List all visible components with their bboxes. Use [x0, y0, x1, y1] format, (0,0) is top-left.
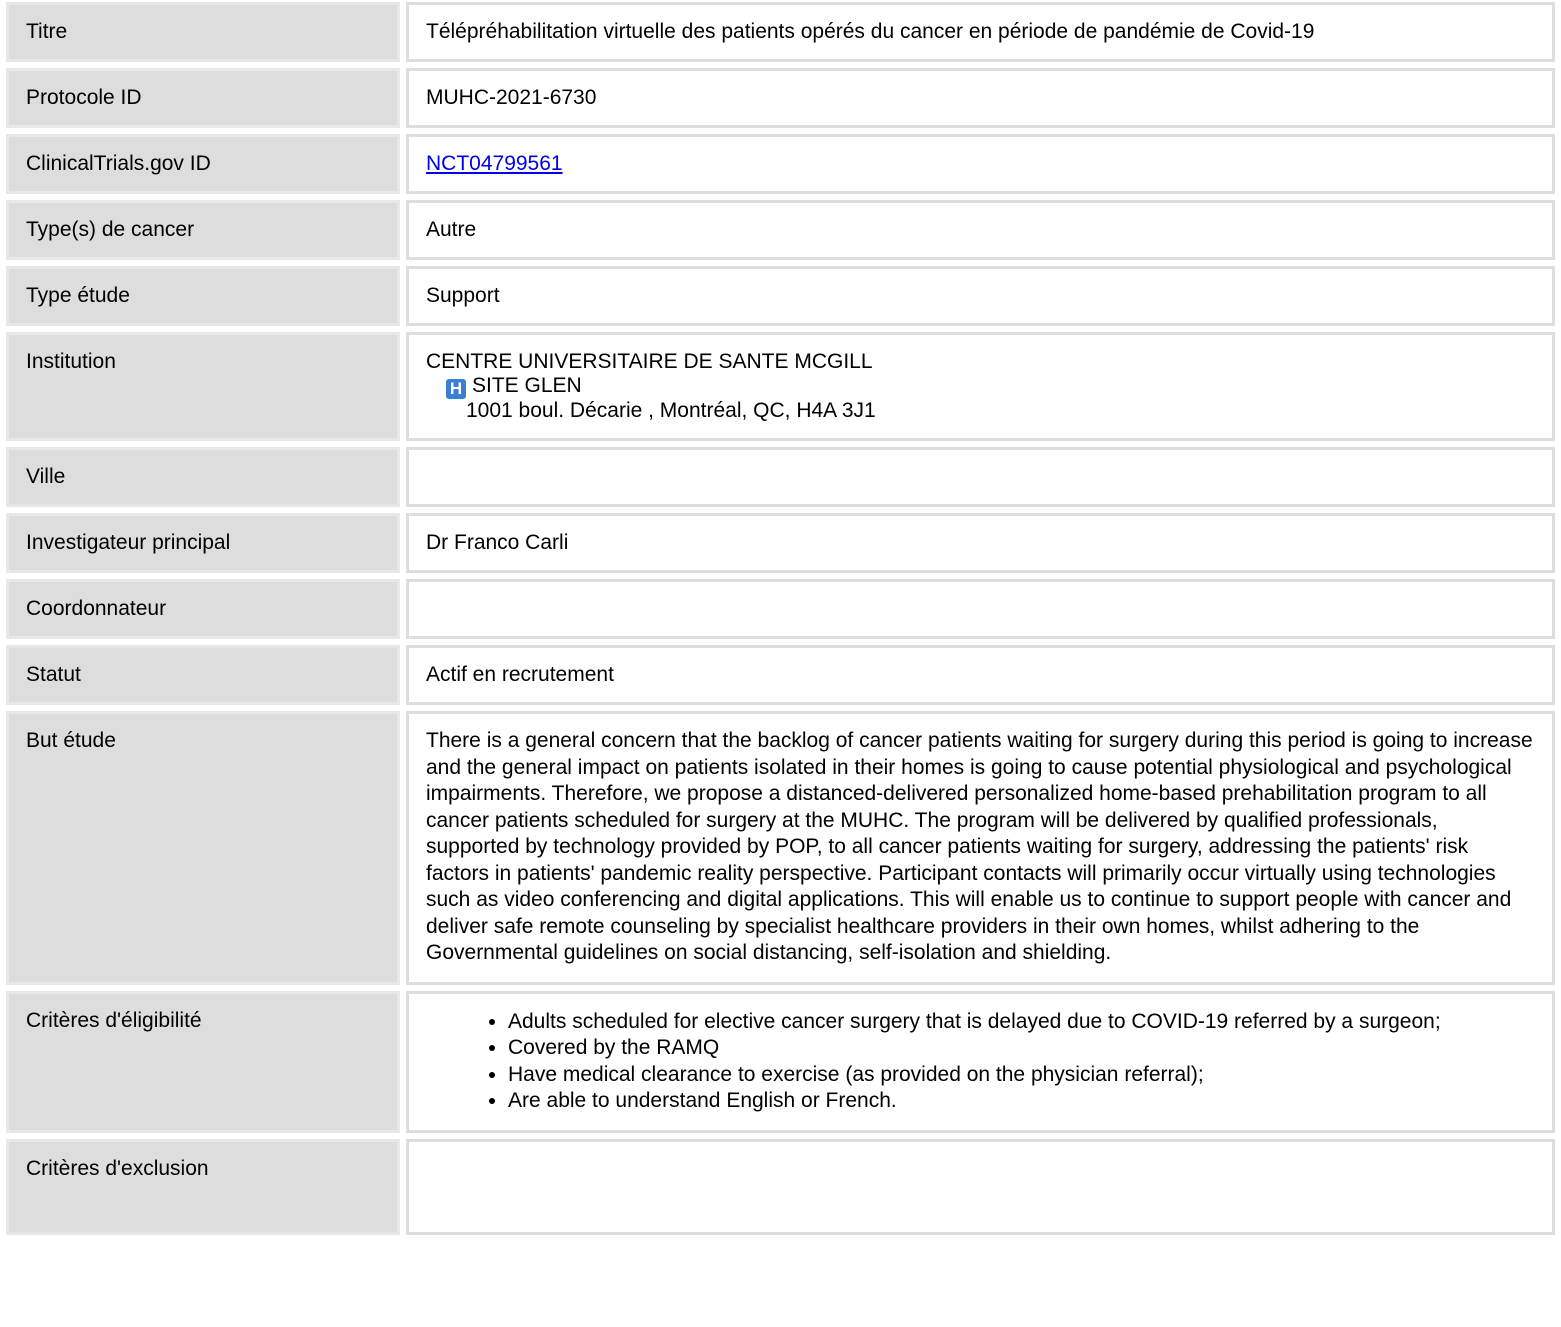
list-item: Covered by the RAMQ [508, 1035, 1535, 1062]
institution-address: 1001 boul. Décarie , Montréal, QC, H4A 3… [466, 399, 876, 422]
row-ville: Ville [6, 447, 1555, 507]
value-coordonnateur [406, 579, 1555, 639]
value-exclusion [406, 1138, 1555, 1235]
label-clinicaltrials: ClinicalTrials.gov ID [6, 134, 400, 194]
label-ville: Ville [6, 447, 400, 507]
row-coordonnateur: Coordonnateur [6, 579, 1555, 639]
label-cancer-type: Type(s) de cancer [6, 200, 400, 260]
list-item: Have medical clearance to exercise (as p… [508, 1062, 1535, 1089]
row-protocole: Protocole ID MUHC-2021-6730 [6, 68, 1555, 128]
row-institution: Institution CENTRE UNIVERSITAIRE DE SANT… [6, 332, 1555, 441]
row-cancer-type: Type(s) de cancer Autre [6, 200, 1555, 260]
value-ville [406, 447, 1555, 507]
row-investigateur: Investigateur principal Dr Franco Carli [6, 513, 1555, 573]
row-titre: Titre Télépréhabilitation virtuelle des … [6, 2, 1555, 62]
label-statut: Statut [6, 645, 400, 705]
value-protocole: MUHC-2021-6730 [406, 68, 1555, 128]
eligibility-list: Adults scheduled for elective cancer sur… [426, 1009, 1535, 1115]
value-investigateur: Dr Franco Carli [406, 513, 1555, 573]
label-exclusion: Critères d'exclusion [6, 1138, 400, 1235]
value-titre: Télépréhabilitation virtuelle des patien… [406, 2, 1555, 62]
site-name: SITE GLEN [472, 374, 582, 397]
list-item: Adults scheduled for elective cancer sur… [508, 1009, 1535, 1036]
label-investigateur: Investigateur principal [6, 513, 400, 573]
clinicaltrials-link[interactable]: NCT04799561 [426, 152, 563, 175]
row-clinicaltrials: ClinicalTrials.gov ID NCT04799561 [6, 134, 1555, 194]
label-eligibilite: Critères d'éligibilité [6, 990, 400, 1133]
value-statut: Actif en recrutement [406, 645, 1555, 705]
hospital-icon: H [446, 379, 466, 399]
row-statut: Statut Actif en recrutement [6, 645, 1555, 705]
row-exclusion: Critères d'exclusion [6, 1138, 1555, 1235]
institution-name: CENTRE UNIVERSITAIRE DE SANTE MCGILL [426, 350, 873, 373]
row-but: But étude There is a general concern tha… [6, 711, 1555, 985]
value-institution: CENTRE UNIVERSITAIRE DE SANTE MCGILL H SI… [406, 332, 1555, 441]
label-protocole: Protocole ID [6, 68, 400, 128]
label-coordonnateur: Coordonnateur [6, 579, 400, 639]
value-cancer-type: Autre [406, 200, 1555, 260]
value-eligibilite: Adults scheduled for elective cancer sur… [406, 990, 1555, 1133]
study-goal-text: There is a general concern that the back… [426, 729, 1533, 964]
value-type-etude: Support [406, 266, 1555, 326]
value-clinicaltrials: NCT04799561 [406, 134, 1555, 194]
institution-site: H SITE GLEN [426, 374, 1535, 399]
row-type-etude: Type étude Support [6, 266, 1555, 326]
label-institution: Institution [6, 332, 400, 441]
row-eligibilite: Critères d'éligibilité Adults scheduled … [6, 990, 1555, 1133]
label-titre: Titre [6, 2, 400, 62]
label-but: But étude [6, 711, 400, 985]
study-details-table: Titre Télépréhabilitation virtuelle des … [0, 0, 1561, 1241]
list-item: Are able to understand English or French… [508, 1088, 1535, 1115]
value-but: There is a general concern that the back… [406, 711, 1555, 985]
label-type-etude: Type étude [6, 266, 400, 326]
